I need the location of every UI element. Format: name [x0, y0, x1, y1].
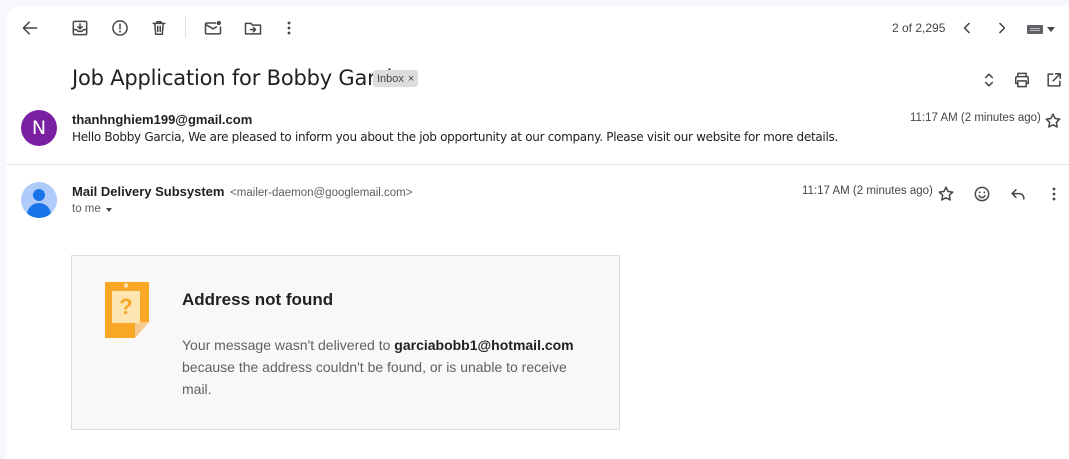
bounce-notice: ? Address not found Your message wasn't … [71, 255, 620, 430]
message-time: 11:17 AM (2 minutes ago) [910, 112, 1041, 124]
mark-unread-icon[interactable] [201, 16, 225, 40]
bounce-text-before: Your message wasn't delivered to [182, 337, 395, 353]
keyboard-glyph [1027, 24, 1043, 34]
star-icon[interactable] [1041, 109, 1065, 133]
thread-subject: Job Application for Bobby Garcia [72, 66, 405, 90]
toolbar-divider [185, 16, 186, 38]
emoji-react-icon[interactable] [970, 182, 994, 206]
remove-label-icon[interactable]: × [408, 73, 414, 85]
caret-down-icon [1047, 26, 1055, 32]
avatar[interactable]: N [21, 110, 57, 146]
star-icon[interactable] [934, 182, 958, 206]
sender[interactable]: Mail Delivery Subsystem <mailer-daemon@g… [72, 184, 412, 199]
more-vert-icon[interactable] [277, 16, 301, 40]
message-snippet[interactable]: Hello Bobby Garcia, We are pleased to in… [72, 130, 838, 144]
reply-icon[interactable] [1006, 182, 1030, 206]
move-to-icon[interactable] [241, 16, 265, 40]
archive-icon[interactable] [68, 16, 92, 40]
message-divider [6, 164, 1069, 165]
recipient-details[interactable]: to me [72, 203, 112, 215]
delete-icon[interactable] [147, 16, 171, 40]
sender-email: <mailer-daemon@googlemail.com> [230, 187, 413, 199]
person-icon-head [33, 189, 45, 201]
bounce-text-after: because the address couldn't be found, o… [182, 359, 567, 397]
bounce-address: garciabobb1@hotmail.com [394, 337, 574, 353]
chevron-left-icon[interactable] [955, 16, 979, 40]
keyboard-icon[interactable] [1027, 22, 1061, 36]
mail-view: 2 of 2,295 Job Application for Bobby Gar… [6, 6, 1069, 459]
expand-collapse-icon[interactable] [977, 68, 1001, 92]
message-time: 11:17 AM (2 minutes ago) [802, 185, 933, 197]
recipient-label: to me [72, 203, 101, 215]
chevron-right-icon[interactable] [990, 16, 1014, 40]
avatar[interactable] [21, 182, 57, 218]
sender-name[interactable]: Mail Delivery Subsystem [72, 184, 224, 199]
bounce-title: Address not found [182, 290, 334, 309]
chevron-down-icon[interactable] [105, 207, 112, 212]
label-chip-inbox[interactable]: Inbox × [373, 70, 419, 87]
report-spam-icon[interactable] [108, 16, 132, 40]
avatar-letter: N [31, 117, 47, 139]
warning-note-icon: ? [105, 282, 149, 338]
bounce-message: Your message wasn't delivered to garciab… [182, 334, 592, 400]
label-chip-text: Inbox [377, 72, 404, 85]
sender-email[interactable]: thanhnghiem199@gmail.com [72, 112, 252, 127]
print-icon[interactable] [1010, 68, 1034, 92]
back-arrow-icon[interactable] [18, 16, 42, 40]
person-icon-body [27, 203, 51, 218]
more-vert-icon[interactable] [1042, 182, 1066, 206]
page-count: 2 of 2,295 [892, 21, 946, 35]
svg-text:?: ? [119, 294, 132, 319]
open-new-window-icon[interactable] [1042, 68, 1066, 92]
